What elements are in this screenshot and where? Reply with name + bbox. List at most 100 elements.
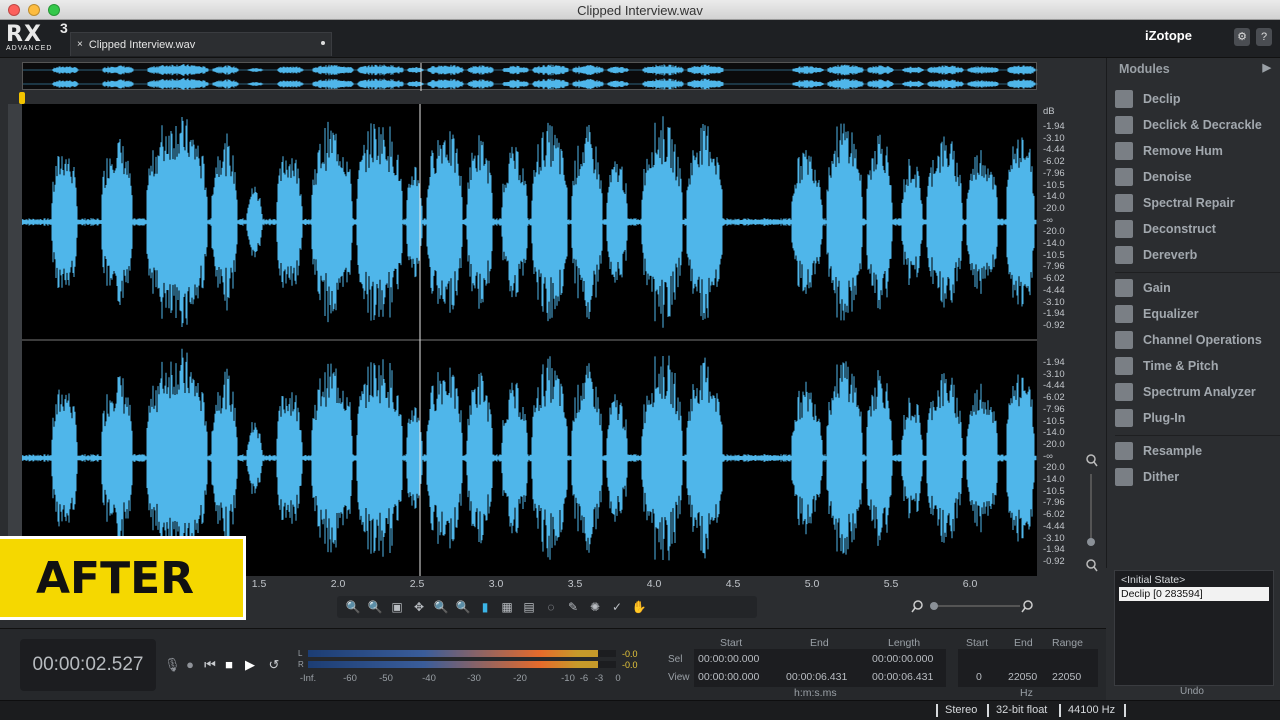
tool-button[interactable]: 🔍 <box>453 598 473 616</box>
sel-start-field[interactable]: 00:00:00.000 <box>698 653 759 665</box>
tool-button[interactable]: 🔍 <box>365 598 385 616</box>
db-tick-label: -1.94 <box>1043 544 1065 556</box>
db-tick-label: -∞ <box>1043 450 1053 462</box>
freq-unit-label: Hz <box>1020 687 1033 699</box>
status-sample-rate: 44100 Hz <box>1068 704 1116 716</box>
tool-button[interactable]: ✺ <box>585 598 605 616</box>
time-tick-label: 5.0 <box>804 578 820 590</box>
tool-button[interactable]: ✥ <box>409 598 429 616</box>
module-item[interactable]: Channel Operations <box>1115 329 1280 351</box>
freq-range-field[interactable]: 22050 <box>1052 671 1081 683</box>
hum-icon <box>1115 142 1133 160</box>
rewind-button[interactable]: ⏮ <box>202 657 218 673</box>
module-item[interactable]: Denoise <box>1115 166 1280 188</box>
settings-button[interactable]: ⚙ <box>1234 28 1250 46</box>
module-item[interactable]: Deconstruct <box>1115 218 1280 240</box>
peak-left-value: -0.0 <box>622 649 638 659</box>
module-item[interactable]: Declip <box>1115 88 1280 110</box>
waveform-overview[interactable] <box>22 62 1038 91</box>
zoom-out-vertical-icon[interactable] <box>1086 559 1096 569</box>
db-tick-label: -4.44 <box>1043 144 1065 156</box>
module-label: Denoise <box>1143 170 1192 184</box>
tool-button[interactable]: ✓ <box>607 598 627 616</box>
view-start-field[interactable]: 00:00:00.000 <box>698 671 759 683</box>
meter-scale-label: -60 <box>343 673 357 684</box>
microphone-icon[interactable]: 🎙 <box>164 657 181 673</box>
meter-scale: -Inf. -60 -50 -40 -30 -20 -10 -6 -3 0 <box>296 673 626 685</box>
tool-button[interactable]: ▤ <box>519 598 539 616</box>
module-label: Channel Operations <box>1143 333 1262 347</box>
module-label: Remove Hum <box>1143 144 1223 158</box>
sel-length-field[interactable]: 00:00:00.000 <box>872 653 933 665</box>
db-tick-label: -1.94 <box>1043 357 1065 368</box>
modules-header[interactable]: Modules ▶ <box>1107 58 1280 80</box>
module-label: Plug-In <box>1143 411 1186 425</box>
module-item[interactable]: Spectral Repair <box>1115 192 1280 214</box>
record-button[interactable]: ● <box>182 657 198 673</box>
module-item[interactable]: Gain <box>1115 277 1280 299</box>
time-tick-label: 4.5 <box>725 578 741 590</box>
tool-button[interactable]: ▦ <box>497 598 517 616</box>
module-item[interactable]: Dereverb <box>1115 244 1280 266</box>
loop-button[interactable]: ↺ <box>266 657 282 673</box>
view-row-label: View <box>668 672 690 683</box>
file-tab[interactable]: × Clipped Interview.wav <box>70 32 332 56</box>
close-tab-icon[interactable]: × <box>77 39 83 50</box>
level-meter: L R -0.0 -0.0 -Inf. -60 -50 -40 -30 -20 -10 -6-… <box>296 649 638 691</box>
zoom-in-vertical-icon[interactable] <box>1086 454 1096 464</box>
db-tick-label: -20.0 <box>1043 226 1065 238</box>
module-item[interactable]: Time & Pitch <box>1115 355 1280 377</box>
play-button[interactable]: ▶ <box>242 657 258 673</box>
tool-button[interactable]: 🔍 <box>343 598 363 616</box>
meter-scale-label: -Inf. <box>299 673 317 684</box>
history-item[interactable]: <Initial State> <box>1121 574 1185 586</box>
db-unit-label: dB <box>1043 106 1055 117</box>
module-item[interactable]: Equalizer <box>1115 303 1280 325</box>
db-tick-label: -3.10 <box>1043 532 1065 544</box>
tool-button[interactable]: ✎ <box>563 598 583 616</box>
meter-scale-label: -20 <box>513 673 527 684</box>
time-tick-label: 3.0 <box>488 578 504 590</box>
module-item[interactable]: Remove Hum <box>1115 140 1280 162</box>
channel-gutter[interactable] <box>8 104 22 576</box>
freq-start-field[interactable]: 0 <box>976 671 982 683</box>
freq-end-field[interactable]: 22050 <box>1008 671 1037 683</box>
zoom-in-horizontal-icon[interactable] <box>1023 600 1033 610</box>
vertical-zoom-handle[interactable] <box>1087 538 1095 546</box>
module-item[interactable]: Declick & Decrackle <box>1115 114 1280 136</box>
module-item[interactable]: Dither <box>1115 466 1280 488</box>
time-tick-label: 6.0 <box>962 578 978 590</box>
db-tick-label: -14.0 <box>1043 238 1065 250</box>
denoise-icon <box>1115 168 1133 186</box>
after-overlay-label: AFTER <box>0 536 246 620</box>
tool-button[interactable]: ▣ <box>387 598 407 616</box>
horizontal-zoom-handle[interactable] <box>930 602 938 610</box>
db-tick-label: -10.5 <box>1043 485 1065 497</box>
tool-button[interactable]: ▮ <box>475 598 495 616</box>
equalizer-icon <box>1115 305 1133 323</box>
deconstruct-icon <box>1115 220 1133 238</box>
freq-start-header: Start <box>966 637 989 649</box>
zoom-out-horizontal-icon[interactable] <box>913 600 923 610</box>
db-tick-label: -3.10 <box>1043 296 1065 308</box>
meter-right-label: R <box>298 660 304 669</box>
expand-arrow-icon[interactable]: ▶ <box>1263 61 1271 74</box>
waveform-graphic <box>22 104 1037 576</box>
module-item[interactable]: Spectrum Analyzer <box>1115 381 1280 403</box>
module-item[interactable]: Resample <box>1115 440 1280 462</box>
meter-scale-label: -50 <box>379 673 393 684</box>
module-item[interactable]: Plug-In <box>1115 407 1280 429</box>
selection-toolbar: 🔍 🔍 ▣ ✥ 🔍 🔍 ▮ ▦ ▤ ◌ ✎ ✺ ✓ ✋ <box>337 596 757 618</box>
history-item-selected[interactable]: Declip [0 283594] <box>1119 587 1269 601</box>
sel-end-header: End <box>810 637 829 649</box>
tool-button[interactable]: ✋ <box>629 598 649 616</box>
waveform-display[interactable] <box>22 104 1037 576</box>
view-end-field[interactable]: 00:00:06.431 <box>786 671 847 683</box>
view-length-field[interactable]: 00:00:06.431 <box>872 671 933 683</box>
tool-button[interactable]: 🔍 <box>431 598 451 616</box>
playhead-marker-icon[interactable] <box>19 92 25 104</box>
overview-waveform-graphic <box>23 63 1038 91</box>
tool-button[interactable]: ◌ <box>541 598 561 616</box>
stop-button[interactable]: ■ <box>221 657 237 673</box>
help-button[interactable]: ? <box>1256 28 1272 46</box>
